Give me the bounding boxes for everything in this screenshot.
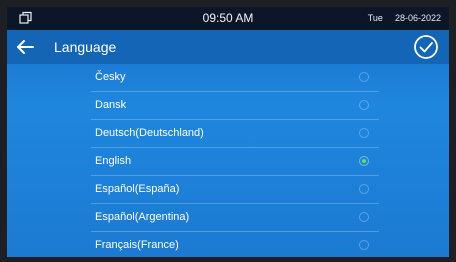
language-item-espanol-espana[interactable]: Español(España) <box>91 176 379 204</box>
status-date-group: Tue 28-06-2022 <box>368 13 441 23</box>
language-label: Dansk <box>95 99 127 111</box>
language-label: Deutsch(Deutschland) <box>95 127 204 139</box>
radio-icon[interactable] <box>359 72 369 82</box>
language-list: Česky Dansk Deutsch(Deutschland) English… <box>7 64 449 257</box>
back-button[interactable] <box>15 38 35 56</box>
language-item-dansk[interactable]: Dansk <box>91 92 379 120</box>
language-label: Français(France) <box>95 239 179 251</box>
radio-icon[interactable] <box>359 100 369 110</box>
status-date: 28-06-2022 <box>394 13 441 23</box>
language-item-cesky[interactable]: Česky <box>91 64 379 92</box>
status-bar: 09:50 AM Tue 28-06-2022 <box>7 7 449 30</box>
language-item-deutsch[interactable]: Deutsch(Deutschland) <box>91 120 379 148</box>
language-item-english[interactable]: English <box>91 148 379 176</box>
language-item-espanol-argentina[interactable]: Español(Argentina) <box>91 204 379 232</box>
language-item-francais[interactable]: Français(France) <box>91 232 379 257</box>
title-bar: Language <box>7 30 449 64</box>
page-title: Language <box>54 39 117 55</box>
radio-icon[interactable] <box>359 184 369 194</box>
confirm-button[interactable] <box>413 34 439 60</box>
language-label: Español(Argentina) <box>95 211 190 223</box>
arrow-left-icon <box>17 40 34 54</box>
status-day: Tue <box>367 13 383 23</box>
device-screen: 09:50 AM Tue 28-06-2022 Language Česky Da… <box>7 7 449 257</box>
language-label: Česky <box>95 71 126 83</box>
radio-icon[interactable] <box>359 212 369 222</box>
check-circle-icon <box>414 35 438 59</box>
language-label: English <box>95 155 132 167</box>
radio-icon[interactable] <box>359 240 369 250</box>
radio-selected-icon[interactable] <box>359 156 369 166</box>
language-label: Español(España) <box>95 183 180 195</box>
radio-icon[interactable] <box>359 128 369 138</box>
